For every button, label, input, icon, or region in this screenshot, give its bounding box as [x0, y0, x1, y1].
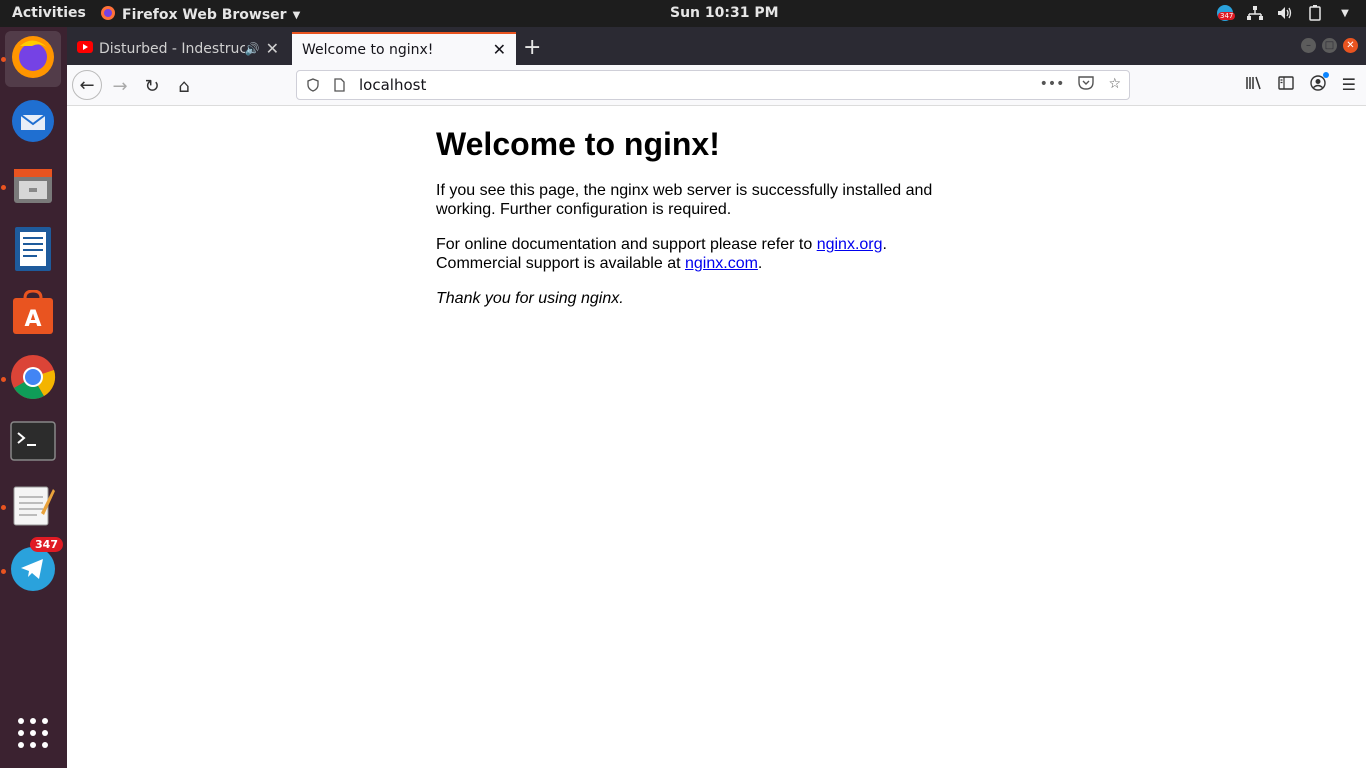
app-grid-icon [17, 717, 49, 753]
software-icon: A [11, 289, 55, 340]
home-button[interactable]: ⌂ [169, 71, 199, 101]
dock-writer[interactable] [5, 223, 61, 279]
clock[interactable]: Sun 10:31 PM [670, 5, 779, 21]
nginx-welcome-page: Welcome to nginx! If you see this page, … [436, 126, 956, 324]
dock-telegram[interactable]: 347 [5, 537, 63, 599]
new-tab-button[interactable]: + [523, 35, 541, 60]
files-icon [11, 163, 55, 211]
text-editor-icon [11, 483, 55, 531]
volume-icon[interactable] [1276, 4, 1294, 22]
nginx-com-link[interactable]: nginx.com [685, 255, 758, 272]
sidebar-icon[interactable] [1277, 75, 1294, 95]
tracking-shield-icon[interactable] [303, 78, 323, 92]
toolbar-right: ☰ [1245, 72, 1356, 95]
close-tab-icon[interactable]: ✕ [266, 39, 279, 58]
tab-nginx[interactable]: Welcome to nginx! ✕ [292, 32, 516, 65]
telegram-tray-icon[interactable]: 347 [1216, 4, 1236, 22]
system-tray[interactable]: 347 ▼ [1216, 4, 1354, 22]
tray-badge: 347 [1218, 12, 1236, 20]
close-tab-icon[interactable]: ✕ [493, 40, 506, 59]
nginx-org-link[interactable]: nginx.org [817, 236, 883, 253]
network-icon[interactable] [1246, 4, 1264, 22]
unread-badge: 347 [30, 537, 63, 552]
running-indicator [1, 185, 6, 190]
tab-bar: Disturbed - Indestruct 🔊 ✕ Welcome to ng… [67, 27, 1366, 65]
terminal-icon [10, 421, 56, 465]
tab-title: Disturbed - Indestruct [99, 40, 245, 57]
notification-dot [1322, 72, 1329, 78]
app-name: Firefox Web Browser [122, 7, 287, 23]
dock-chrome[interactable] [5, 351, 61, 407]
url-bar[interactable]: localhost ••• ☆ [296, 70, 1130, 100]
page-actions-icon[interactable]: ••• [1040, 76, 1065, 94]
app-menu[interactable]: Firefox Web Browser ▼ [100, 5, 300, 25]
tab-title: Welcome to nginx! [302, 41, 434, 58]
pocket-icon[interactable] [1078, 76, 1095, 94]
page-heading: Welcome to nginx! [436, 126, 720, 162]
page-content: Welcome to nginx! If you see this page, … [67, 106, 1366, 768]
tab-disturbed[interactable]: Disturbed - Indestruct 🔊 ✕ [67, 32, 289, 65]
telegram-icon [10, 546, 56, 596]
running-indicator [1, 505, 6, 510]
svg-text:A: A [24, 307, 41, 332]
firefox-icon [100, 5, 116, 25]
running-indicator [1, 57, 6, 62]
window-controls: – □ ✕ [1301, 38, 1358, 53]
hamburger-menu-icon[interactable]: ☰ [1342, 75, 1356, 95]
thunderbird-icon [10, 98, 56, 148]
dock-firefox[interactable] [5, 31, 61, 87]
running-indicator [1, 569, 6, 574]
library-icon[interactable] [1245, 75, 1262, 95]
dock-software[interactable]: A [5, 287, 61, 343]
bookmark-star-icon[interactable]: ☆ [1108, 76, 1121, 94]
show-applications-button[interactable] [5, 707, 61, 763]
url-actions: ••• ☆ [1040, 76, 1121, 94]
account-icon[interactable] [1309, 72, 1329, 95]
close-window-button[interactable]: ✕ [1343, 38, 1358, 53]
dock: A 347 [0, 27, 67, 768]
system-menu-chevron-icon[interactable]: ▼ [1336, 4, 1354, 22]
doc-text-end: . [757, 255, 763, 272]
thank-you-paragraph: Thank you for using nginx. [436, 290, 624, 307]
intro-paragraph: If you see this page, the nginx web serv… [436, 182, 933, 218]
chrome-icon [10, 354, 56, 404]
top-bar: Activities Firefox Web Browser ▼ Sun 10:… [0, 0, 1366, 27]
minimize-button[interactable]: – [1301, 38, 1316, 53]
back-button[interactable]: ← [72, 70, 102, 100]
maximize-button[interactable]: □ [1322, 38, 1337, 53]
documentation-paragraph: For online documentation and support ple… [436, 235, 956, 273]
writer-icon [13, 226, 53, 276]
page-icon[interactable] [329, 78, 349, 92]
dock-thunderbird[interactable] [5, 95, 61, 151]
firefox-icon [10, 34, 56, 84]
activities-button[interactable]: Activities [12, 5, 86, 21]
running-indicator [1, 377, 6, 382]
dock-files[interactable] [5, 159, 61, 215]
url-text[interactable]: localhost [359, 76, 1040, 94]
dock-terminal[interactable] [5, 415, 61, 471]
reload-button[interactable]: ↻ [137, 71, 167, 101]
dock-text-editor[interactable] [5, 479, 61, 535]
forward-button[interactable]: → [105, 71, 135, 101]
youtube-icon [77, 40, 93, 57]
speaker-icon[interactable]: 🔊 [245, 42, 260, 56]
nav-bar: ← → ↻ ⌂ localhost ••• ☆ ☰ [67, 65, 1366, 106]
doc-text-before: For online documentation and support ple… [436, 236, 817, 253]
battery-icon[interactable] [1306, 4, 1324, 22]
chevron-down-icon: ▼ [292, 9, 301, 21]
